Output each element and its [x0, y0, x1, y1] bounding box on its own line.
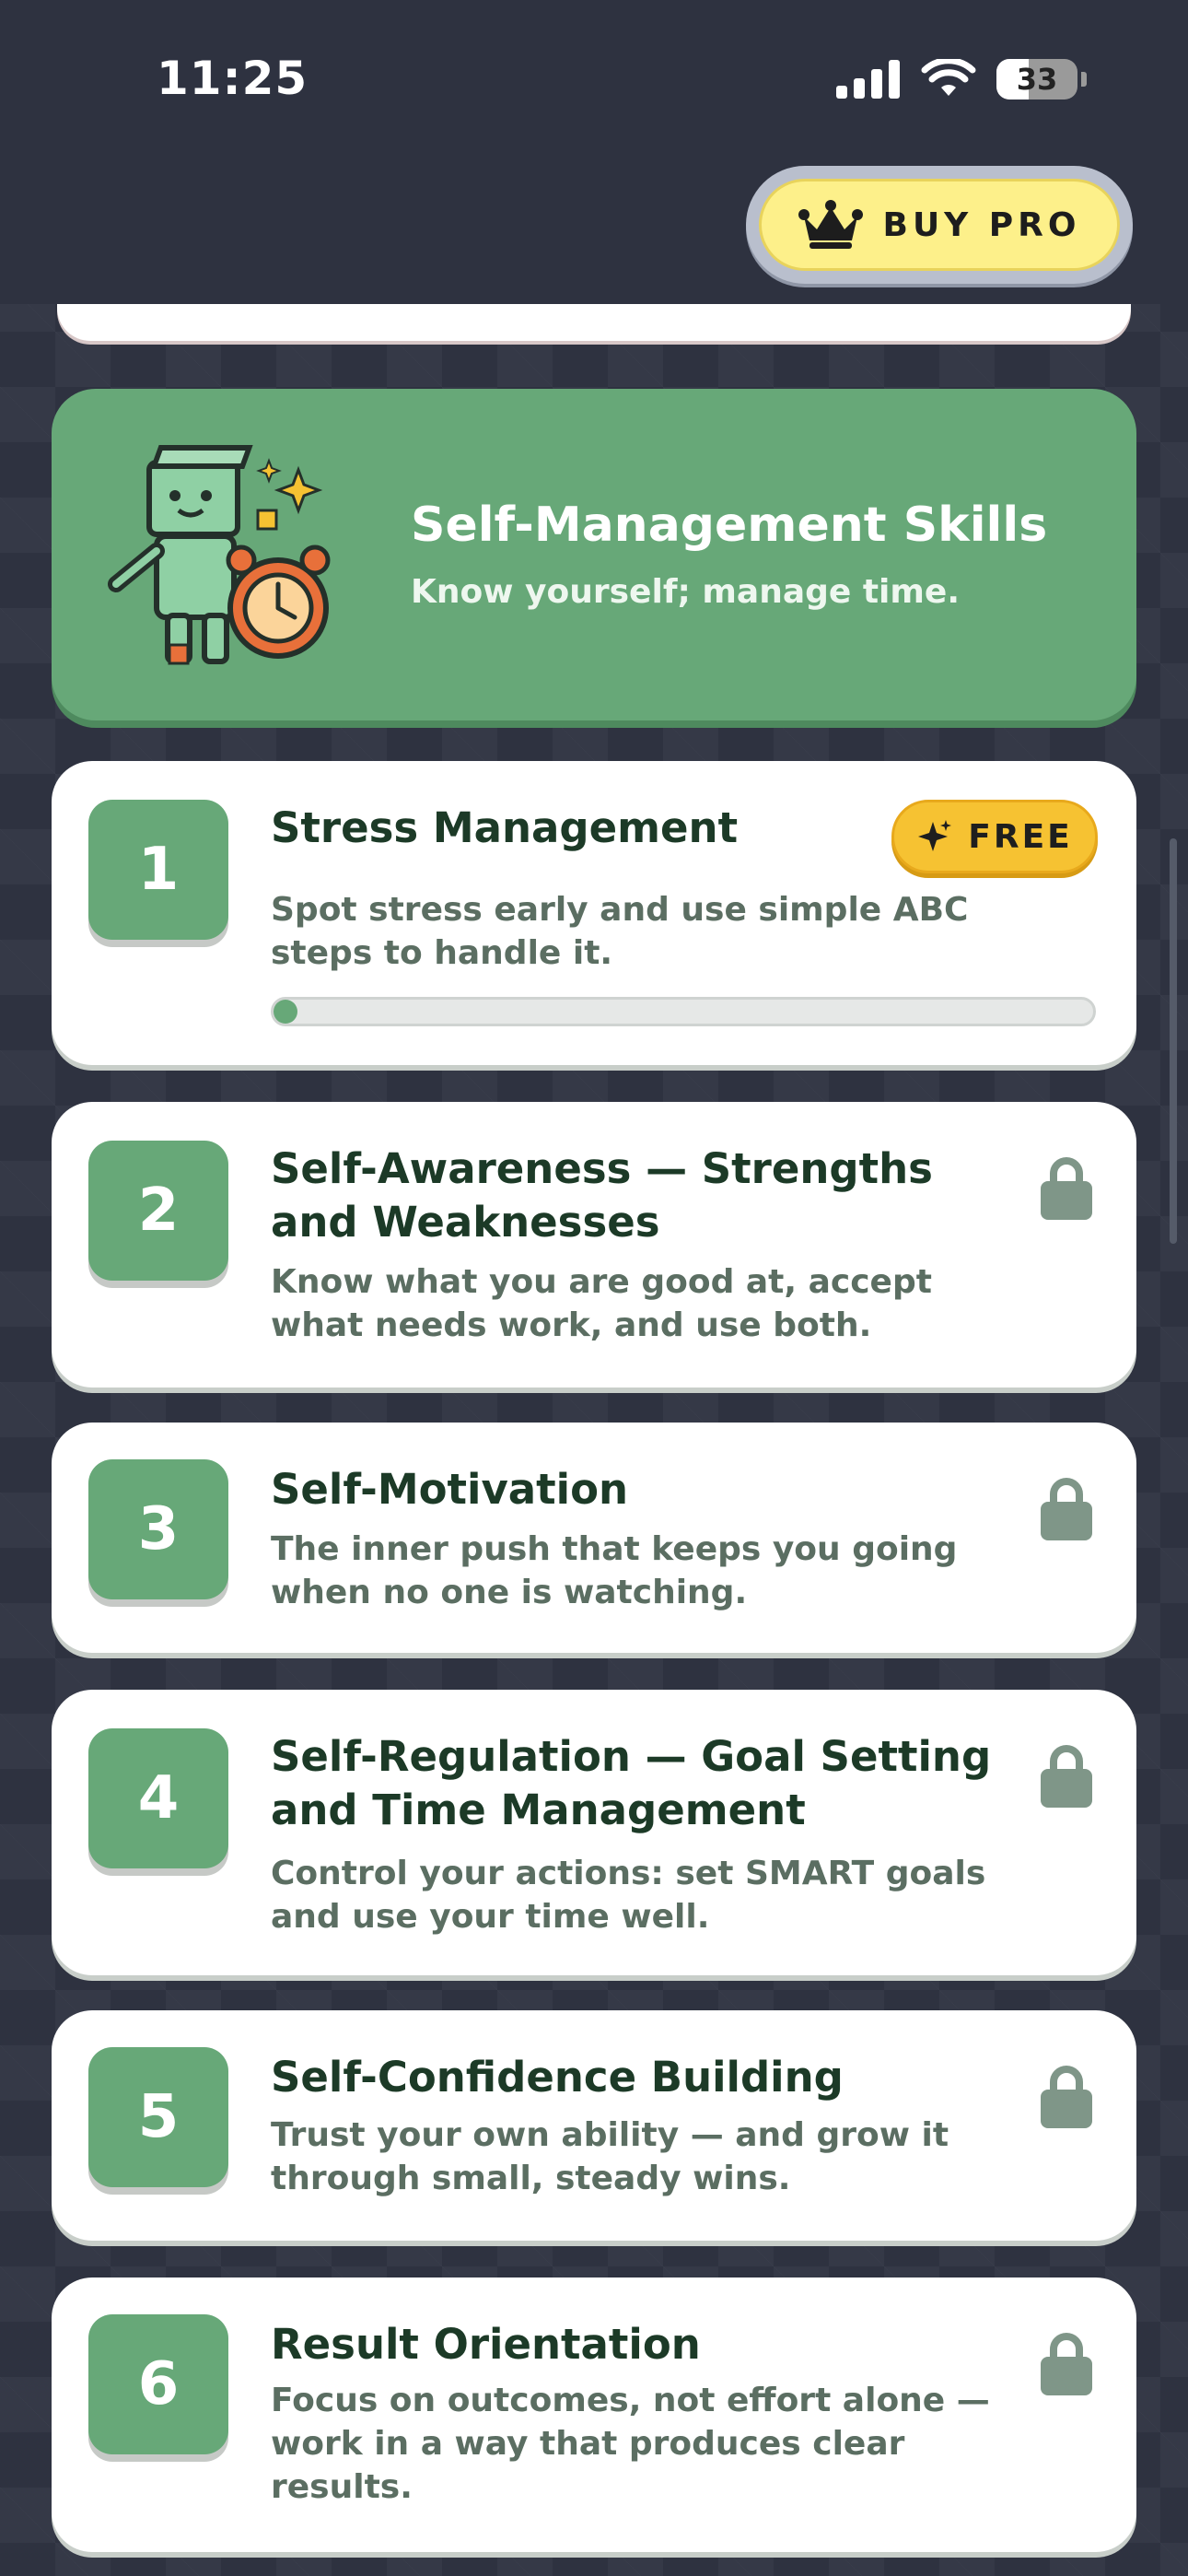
lesson-number-badge: 2 [88, 1141, 228, 1281]
lesson-description: Control your actions: set SMART goals an… [271, 1855, 986, 1936]
lesson-card-6[interactable]: 6 Result Orientation Focus on outcomes, … [52, 2277, 1136, 2552]
lock-icon [1041, 2333, 1092, 2395]
lesson-title: Self-Regulation — Goal Setting and Time … [271, 1732, 992, 1834]
free-badge: FREE [891, 800, 1098, 873]
lesson-number-badge: 1 [88, 800, 228, 940]
lesson-number-badge: 5 [88, 2047, 228, 2187]
sparkle-icon [918, 820, 952, 851]
buy-pro-inner[interactable]: BUY PRO [759, 179, 1120, 271]
lesson-title: Result Orientation [271, 2320, 701, 2369]
lesson-title: Self-Awareness — Strengths and Weaknesse… [271, 1144, 933, 1247]
lock-icon [1041, 1478, 1092, 1540]
battery-level: 33 [1016, 62, 1058, 97]
buy-pro-button[interactable]: BUY PRO [746, 166, 1133, 284]
lesson-number-badge: 3 [88, 1459, 228, 1599]
section-title: Self-Management Skills [411, 498, 1048, 553]
battery-icon: 33 [996, 59, 1077, 100]
lesson-description: Spot stress early and use simple ABC ste… [271, 891, 969, 972]
lesson-card-5[interactable]: 5 Self-Confidence Building Trust your ow… [52, 2010, 1136, 2241]
free-label: FREE [968, 817, 1073, 856]
lesson-card-3[interactable]: 3 Self-Motivation The inner push that ke… [52, 1423, 1136, 1653]
status-time: 11:25 [157, 52, 309, 105]
lesson-title: Self-Confidence Building [271, 2053, 844, 2102]
lesson-card-4[interactable]: 4 Self-Regulation — Goal Setting and Tim… [52, 1690, 1136, 1975]
section-banner: Self-Management Skills Know yourself; ma… [52, 389, 1136, 720]
lock-icon [1041, 1157, 1092, 1220]
status-bar: 11:25 33 [0, 0, 1188, 166]
crown-icon [798, 200, 863, 249]
lesson-description: Know what you are good at, accept what n… [271, 1263, 932, 1344]
scrollbar[interactable] [1170, 838, 1177, 1244]
status-icons: 33 [836, 59, 1087, 100]
buy-pro-label: BUY PRO [882, 205, 1081, 244]
cellular-signal-icon [836, 60, 900, 99]
lock-icon [1041, 1745, 1092, 1808]
lesson-description: Focus on outcomes, not effort alone — wo… [271, 2382, 990, 2506]
section-subtitle: Know yourself; manage time. [411, 573, 961, 611]
battery-nub [1081, 72, 1087, 87]
lesson-progress-fill [274, 1000, 297, 1024]
lesson-description: The inner push that keeps you going when… [271, 1530, 958, 1611]
lesson-number-badge: 6 [88, 2314, 228, 2454]
lesson-progress-bar [271, 997, 1096, 1026]
lesson-number-badge: 4 [88, 1728, 228, 1868]
top-bar: BUY PRO [0, 166, 1188, 304]
lesson-title: Self-Motivation [271, 1465, 629, 1514]
wifi-icon [921, 59, 976, 96]
lock-icon [1041, 2066, 1092, 2128]
lesson-card-2[interactable]: 2 Self-Awareness — Strengths and Weaknes… [52, 1102, 1136, 1388]
lesson-card-1[interactable]: 1 Stress Management FREE Spot stress ear… [52, 761, 1136, 1065]
lesson-description: Trust your own ability — and grow it thr… [271, 2116, 949, 2197]
robot-clock-illustration [108, 445, 331, 665]
